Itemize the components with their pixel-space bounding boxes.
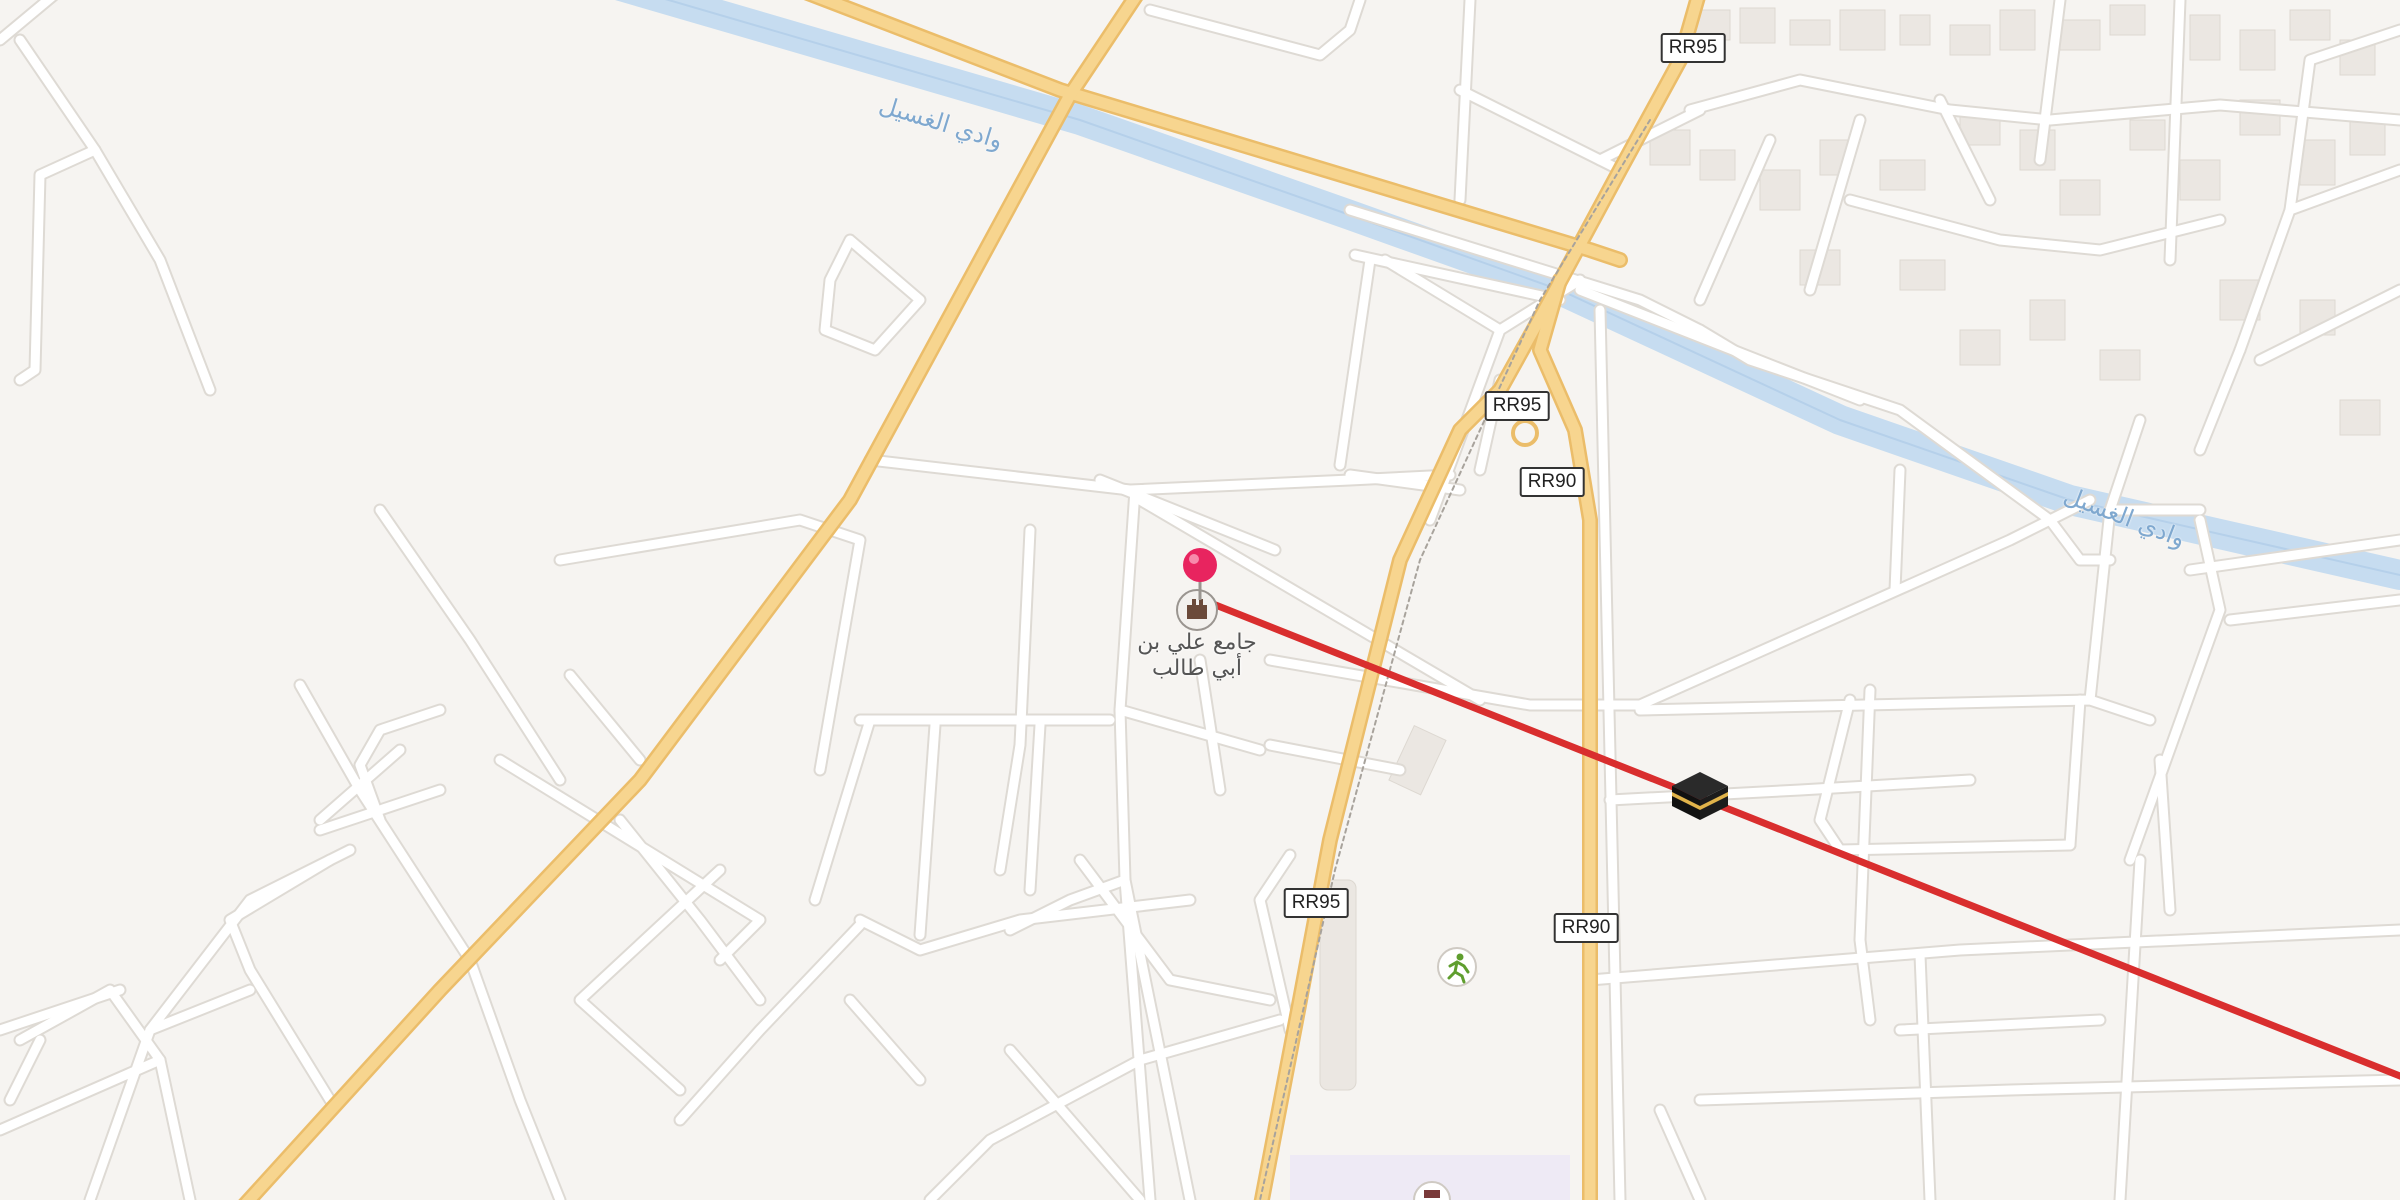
mosque-label[interactable]: جامع علي بن أبي طالب <box>1137 630 1256 682</box>
road-shield-rr95: RR95 <box>1283 888 1349 918</box>
road-shield-rr90: RR90 <box>1519 467 1585 497</box>
kaaba-icon[interactable] <box>1672 772 1728 820</box>
road-shield-rr95: RR95 <box>1660 33 1726 63</box>
major-roads <box>238 0 1706 1200</box>
road-shield-rr90: RR90 <box>1553 913 1619 943</box>
road-shield-rr95: RR95 <box>1484 391 1550 421</box>
map-canvas[interactable] <box>0 0 2400 1200</box>
park-icon[interactable] <box>1437 947 1477 987</box>
direction-line <box>1194 594 2400 1080</box>
mosque-label-line1: جامع علي بن <box>1137 630 1257 655</box>
mosque-label-line2: أبي طالب <box>1151 656 1243 681</box>
mosque-icon[interactable] <box>1176 589 1218 631</box>
